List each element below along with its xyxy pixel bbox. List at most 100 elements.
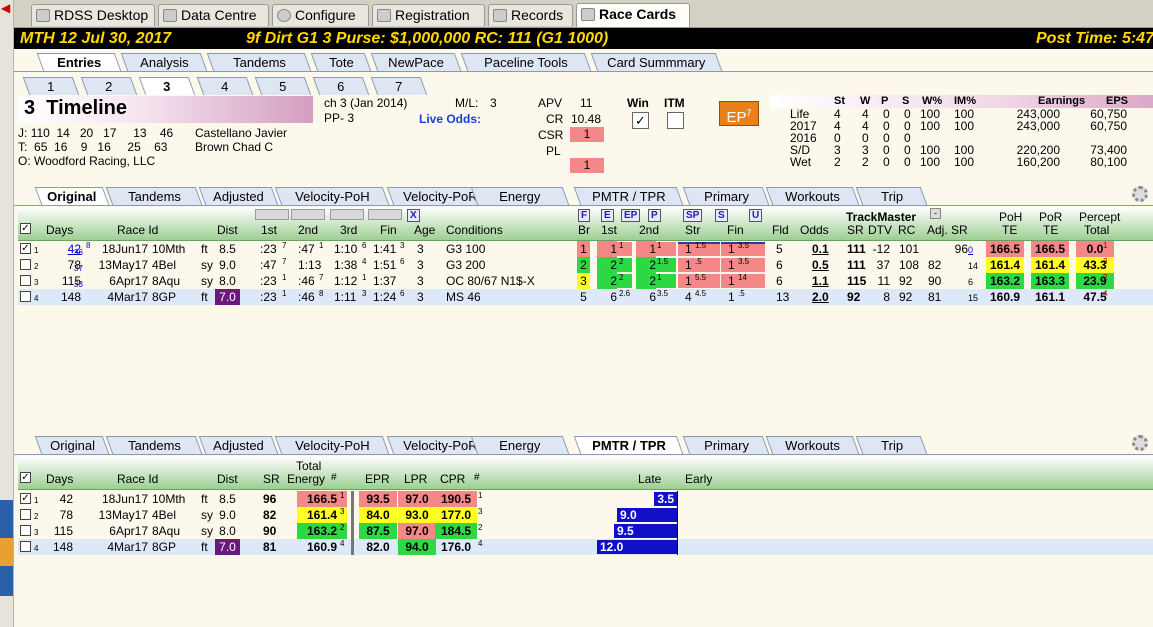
pp-tab-original[interactable]: Original [34, 187, 110, 205]
tab-race-2[interactable]: 2 [80, 77, 138, 95]
table-row[interactable]: 4 148 4Mar17 8GP ft 7.0:23 1:46 8 1:11 3 1:24 6 3 MS … [18, 289, 1153, 305]
cell: 115 [847, 274, 867, 288]
col-toggle[interactable] [255, 209, 289, 220]
cell: 7.0 [215, 539, 240, 555]
tab-newpace[interactable]: NewPace [370, 53, 462, 71]
cell: 4Mar17 [107, 540, 148, 554]
u-button[interactable]: U [749, 209, 763, 222]
x-button[interactable]: X [407, 209, 420, 222]
row-checkbox[interactable] [20, 259, 31, 270]
tab-race-7[interactable]: 7 [370, 77, 428, 95]
cell: 148 [52, 540, 73, 554]
cell: sy [201, 258, 213, 272]
tab-registration[interactable]: Registration [372, 4, 485, 26]
select-all-checkbox[interactable]: ✓ [20, 223, 31, 234]
pmtr-tab-adjusted[interactable]: Adjusted [198, 436, 279, 454]
tab-race-4[interactable]: 4 [196, 77, 254, 95]
back-arrow-icon[interactable]: ◀ [1, 2, 13, 14]
cell: 10Mth [152, 242, 186, 256]
settings-gear-icon[interactable] [1132, 186, 1148, 202]
tab-race-cards[interactable]: Race Cards [576, 3, 690, 27]
row-checkbox[interactable] [20, 275, 31, 286]
table-row[interactable]: 3 115 33 6Apr17 8Aqu sy 8.0:23 1:46 7 1:12 1 1:37 3 O… [18, 273, 1153, 289]
tab-entries[interactable]: Entries [36, 53, 122, 71]
table-row[interactable]: 3 115 6Apr17 8Aqu sy 8.0 90 163.2 2 87.5 97.0 184.5… [18, 523, 1153, 539]
table-row[interactable]: 2 78 13May17 4Bel sy 9.0 82 161.4 3 84.0 93.0 177.0… [18, 507, 1153, 523]
row-checkbox[interactable] [20, 525, 31, 536]
col-toggle[interactable] [368, 209, 402, 220]
tab-race-1[interactable]: 1 [22, 77, 80, 95]
tab-records[interactable]: Records [488, 4, 573, 26]
pp-tab-workouts[interactable]: Workouts [765, 187, 860, 205]
row-checkbox[interactable]: ✓ [20, 243, 31, 254]
table-row[interactable]: ✓ 1 42 18Jun17 10Mth ft 8.5 96 166.5 1 93.5 97.0 190… [18, 491, 1153, 507]
tab-race-6[interactable]: 6 [312, 77, 370, 95]
cell: sy [201, 274, 213, 288]
p-button[interactable]: P [648, 209, 661, 222]
select-all-checkbox[interactable]: ✓ [20, 472, 31, 483]
col-toggle[interactable] [291, 209, 325, 220]
cell: 43.3 [1076, 257, 1114, 273]
cell: ft [201, 290, 208, 304]
pmtr-tab-energy[interactable]: Energy [470, 436, 570, 454]
trainer-name[interactable]: Brown Chad C [195, 140, 273, 154]
table-row[interactable]: 2 78 37 13May17 4Bel sy 9.0:47 7 1:13 1:38 4 1:51 6 3… [18, 257, 1153, 273]
f-button[interactable]: F [578, 209, 591, 222]
pmtr-tab-pmtr-tpr[interactable]: PMTR / TPR [573, 436, 684, 454]
tab-configure[interactable]: Configure [272, 4, 369, 26]
pmtr-tab-primary[interactable]: Primary [682, 436, 770, 454]
ep-col-button[interactable]: EP [621, 209, 641, 222]
pp-tab-trip[interactable]: Trip [855, 187, 928, 205]
e-button[interactable]: E [601, 209, 614, 222]
tab-card-summary[interactable]: Card Summmary [590, 53, 723, 71]
tab-race-5[interactable]: 5 [254, 77, 312, 95]
cell: 93.5 [359, 491, 397, 507]
pp-tab-tandems[interactable]: Tandems [105, 187, 203, 205]
cell: 84.0 [359, 507, 397, 523]
pmtr-tab-original[interactable]: Original [34, 436, 110, 454]
collapse-button[interactable]: - [930, 208, 941, 219]
pp-tab-energy[interactable]: Energy [470, 187, 570, 205]
app-tab-bar: RDSS Desktop Data Centre Configure Regis… [14, 0, 1153, 28]
row-checkbox[interactable]: ✓ [20, 493, 31, 504]
itm-checkbox[interactable] [667, 112, 684, 129]
tab-race-3[interactable]: 3 [138, 77, 196, 95]
connections: J: 110 14 20 17 13 46 Castellano Javier … [18, 126, 288, 168]
tab-tote[interactable]: Tote [310, 53, 372, 71]
pmtr-tab-trip[interactable]: Trip [855, 436, 928, 454]
cell-sup: 1 [319, 241, 324, 250]
tab-data-centre[interactable]: Data Centre [158, 4, 269, 26]
win-checkbox[interactable]: ✓ [632, 112, 649, 129]
tab-paceline-tools[interactable]: Paceline Tools [460, 53, 592, 71]
tab-rdss-desktop[interactable]: RDSS Desktop [31, 4, 155, 26]
cell: 6 [776, 258, 783, 272]
s-button[interactable]: S [715, 209, 728, 222]
ep-button[interactable]: EP7 [719, 101, 759, 126]
cell: G3 200 [446, 258, 486, 272]
table-row[interactable]: 4 148 4Mar17 8GP ft 7.0 81 160.9 4 82.0 94.0 176.0 4 [18, 539, 1153, 555]
owner-name[interactable]: Woodford Racing, LLC [34, 154, 155, 168]
row-checkbox[interactable] [20, 541, 31, 552]
cell: G3 100 [446, 242, 486, 256]
tab-tandems[interactable]: Tandems [206, 53, 312, 71]
pp-tab-pmtr-tpr[interactable]: PMTR / TPR [573, 187, 684, 205]
jockey-name[interactable]: Castellano Javier [195, 126, 287, 140]
cell: 6Apr17 [109, 274, 148, 288]
pmtr-tab-tandems[interactable]: Tandems [105, 436, 203, 454]
cell: 5 [580, 290, 587, 304]
pmtr-tab-velocity-poh[interactable]: Velocity-PoH [274, 436, 390, 454]
late-bar: 9.5 [614, 524, 677, 538]
cell: 2 [577, 257, 590, 273]
cell: 161.4 [1031, 257, 1069, 273]
col-toggle[interactable] [330, 209, 364, 220]
tab-analysis[interactable]: Analysis [120, 53, 208, 71]
pmtr-tab-workouts[interactable]: Workouts [765, 436, 860, 454]
pp-tab-primary[interactable]: Primary [682, 187, 770, 205]
table-row[interactable]: ✓ 1 42 8 36 18Jun17 10Mth ft 8.5:23 7:47 1 1:10 6 1:4… [18, 241, 1153, 257]
sp-button[interactable]: SP [683, 209, 703, 222]
settings-gear-icon[interactable] [1132, 435, 1148, 451]
row-checkbox[interactable] [20, 509, 31, 520]
pp-tab-velocity-poh[interactable]: Velocity-PoH [274, 187, 390, 205]
row-checkbox[interactable] [20, 291, 31, 302]
pp-tab-adjusted[interactable]: Adjusted [198, 187, 279, 205]
